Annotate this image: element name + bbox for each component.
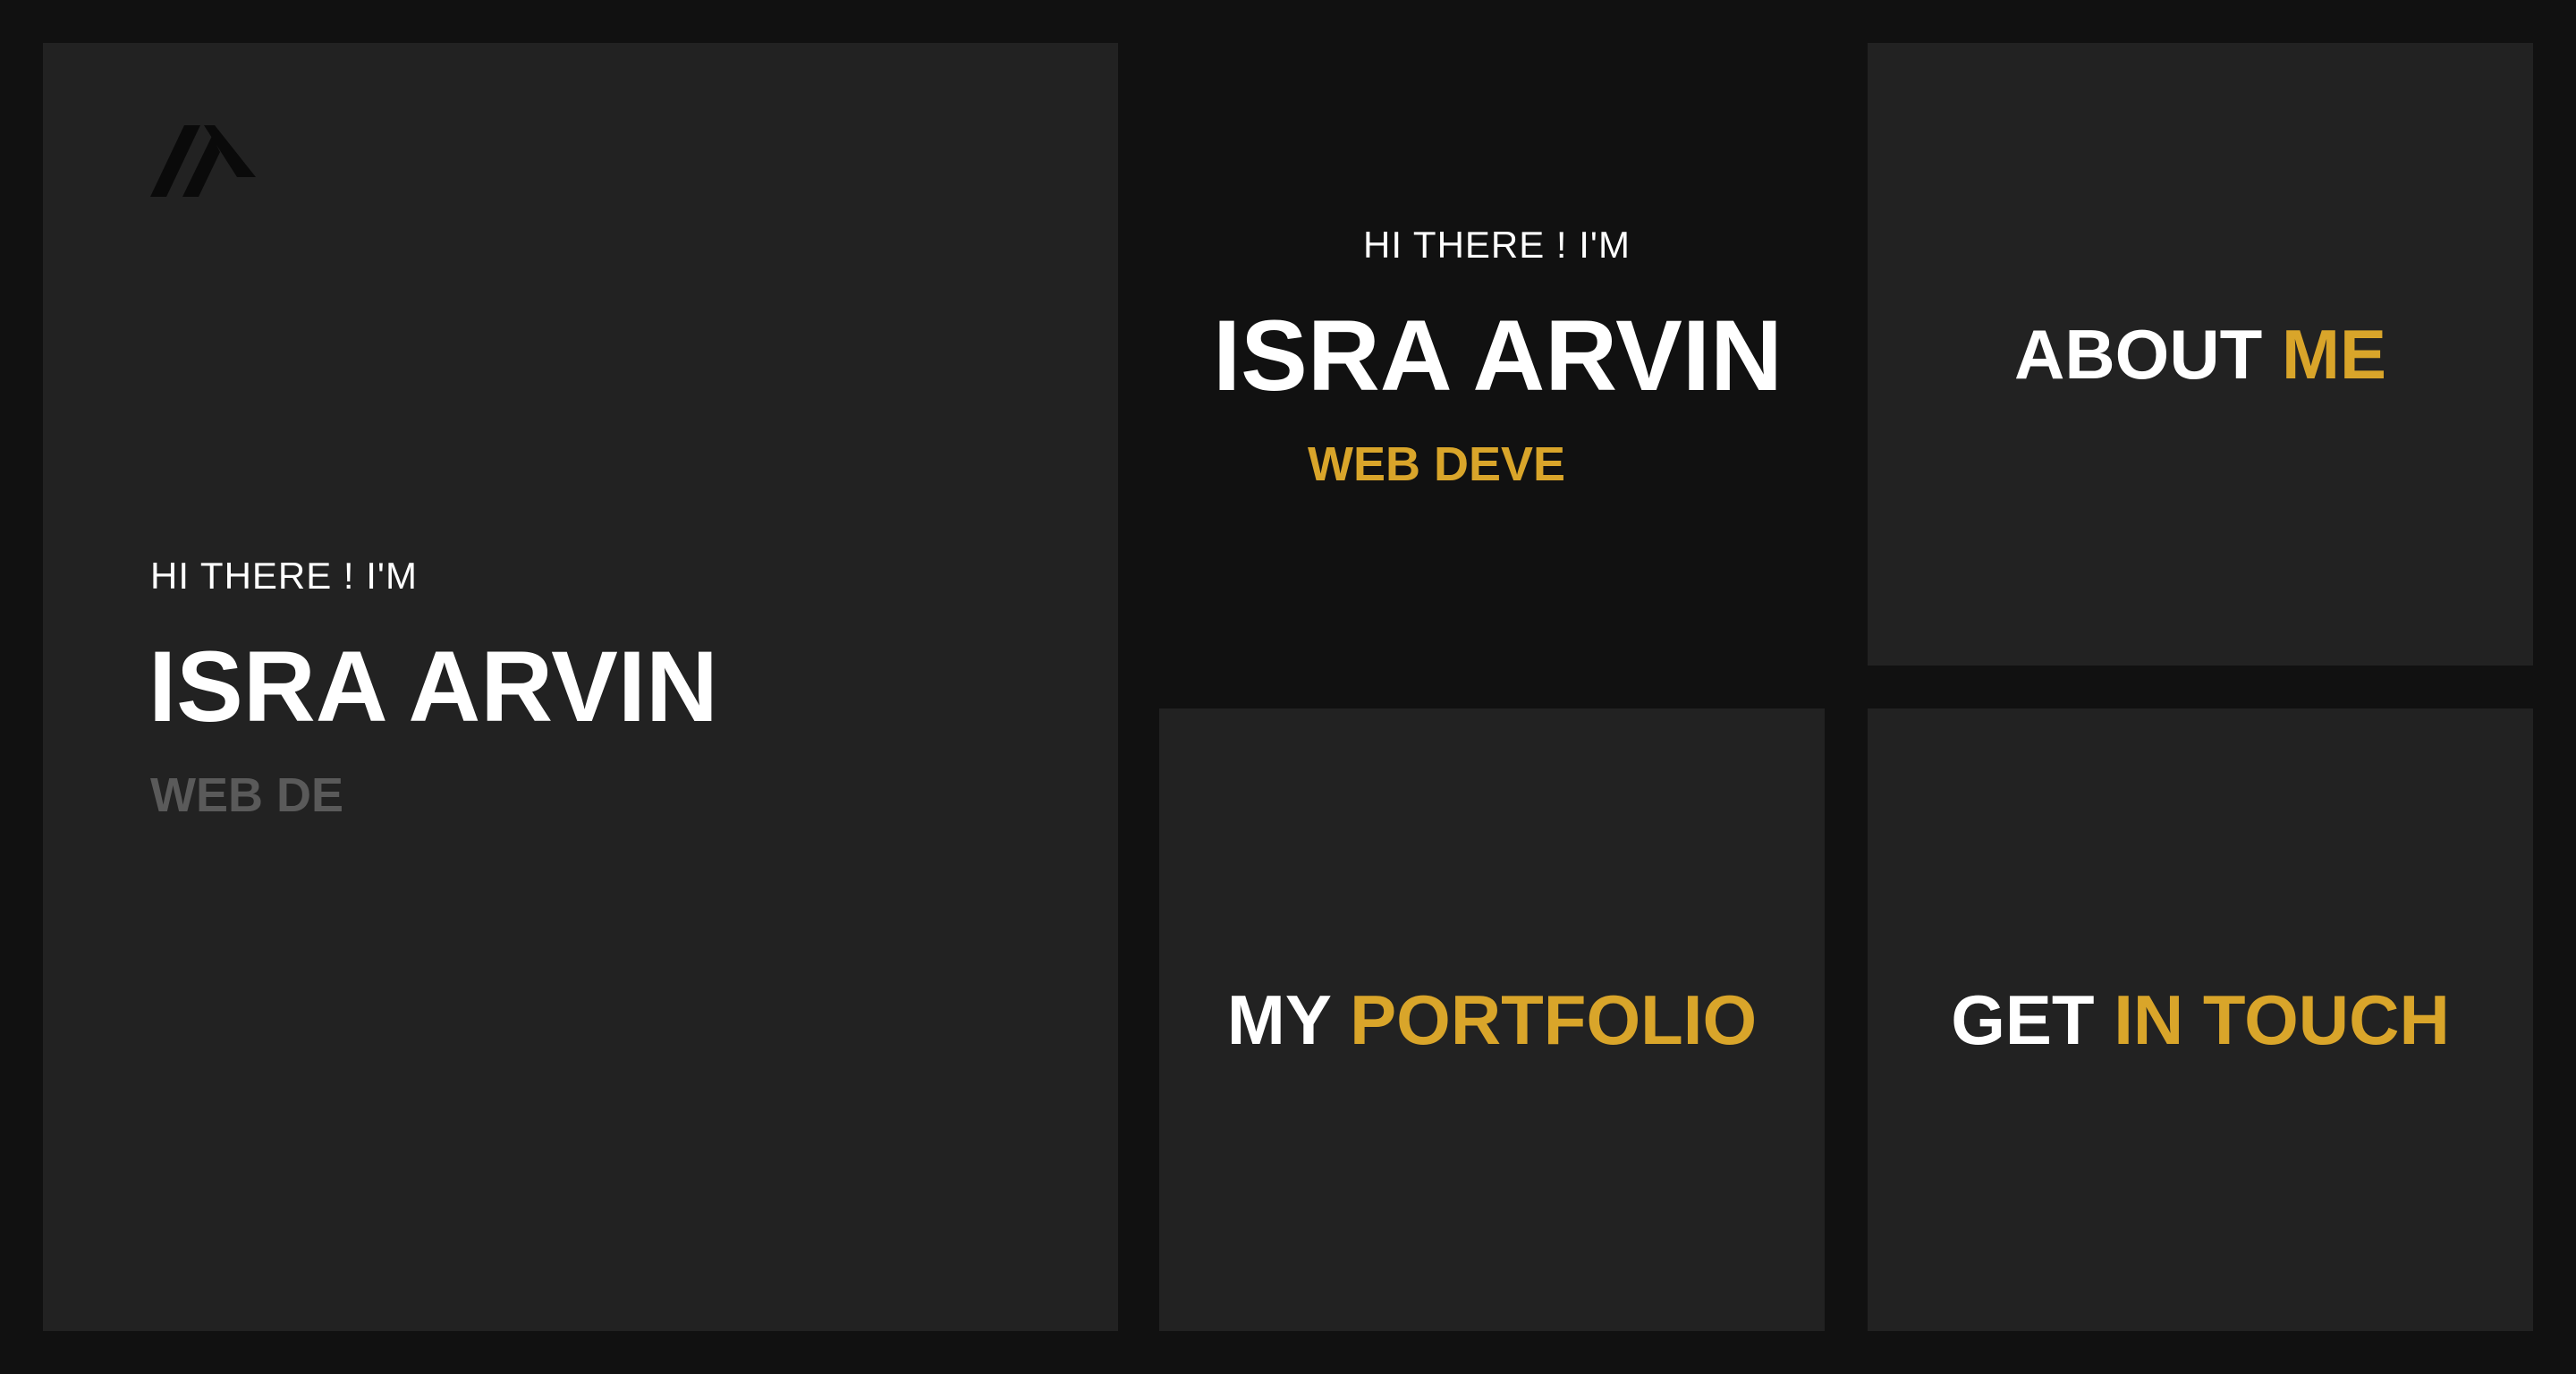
about-me-tile[interactable]: ABOUT ME bbox=[1868, 43, 2533, 666]
hero-name: ISRA ARVIN bbox=[148, 631, 718, 742]
page: HI THERE ! I'M ISRA ARVIN WEB DE HI THER… bbox=[0, 0, 2576, 1374]
about-title-accent: ME bbox=[2281, 315, 2386, 394]
about-me-title[interactable]: ABOUT ME bbox=[1868, 319, 2533, 389]
center-greeting: HI THERE ! I'M bbox=[1363, 224, 1631, 266]
center-role-typing: WEB DEVE bbox=[1308, 437, 1566, 491]
contact-title-accent: IN TOUCH bbox=[2114, 980, 2450, 1059]
brand-logo-icon[interactable] bbox=[150, 125, 258, 197]
contact-tile[interactable]: GET IN TOUCH bbox=[1868, 708, 2533, 1331]
contact-title-main: GET bbox=[1951, 980, 2095, 1059]
contact-title[interactable]: GET IN TOUCH bbox=[1868, 985, 2533, 1055]
center-name: ISRA ARVIN bbox=[1213, 300, 1783, 411]
portfolio-title[interactable]: MY PORTFOLIO bbox=[1159, 985, 1825, 1055]
hero-role-typing: WEB DE bbox=[150, 768, 343, 822]
portfolio-tile[interactable]: MY PORTFOLIO bbox=[1159, 708, 1825, 1331]
portfolio-title-main: MY bbox=[1226, 980, 1331, 1059]
about-title-main: ABOUT bbox=[2014, 315, 2263, 394]
hero-greeting: HI THERE ! I'M bbox=[150, 555, 418, 597]
portfolio-title-accent: PORTFOLIO bbox=[1350, 980, 1758, 1059]
